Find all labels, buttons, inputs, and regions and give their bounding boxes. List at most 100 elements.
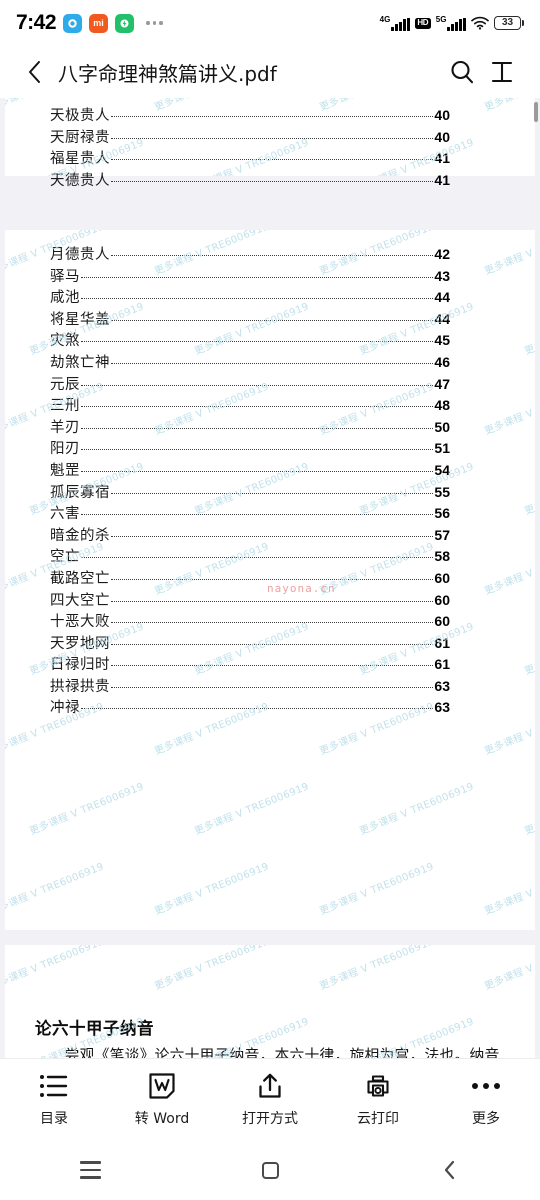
toc-entry[interactable]: 羊刃 50 [50,416,450,438]
toc-entry-page: 50 [434,418,450,435]
toc-entry-page: 48 [434,397,450,414]
toolbar-item-cloud-print[interactable]: 云打印 [328,1072,428,1128]
battery-cap [522,20,524,26]
toc-entry[interactable]: 天罗地网 61 [50,632,450,654]
watermark-text: 更多课程 V TRE6006919 [318,945,436,993]
signal-bars-icon [391,17,410,31]
toc-entry[interactable]: 月德贵人 42 [50,243,450,265]
toc-entry[interactable]: 天极贵人 40 [50,104,450,126]
toolbar-item-catalog[interactable]: 目录 [4,1072,104,1128]
status-bar-right: 4G HD 5G 33 [380,15,524,31]
watermark-text: 更多课程 V TRE6006919 [358,781,476,838]
toc-entry-page: 57 [434,526,450,543]
green-app-glyph [120,19,129,27]
green-app-icon [115,13,135,33]
toc-entry-page: 63 [434,699,450,716]
toc-entry[interactable]: 劫煞亡神 46 [50,351,450,373]
toc-leader-dots [81,548,434,559]
toc-leader-dots [111,129,434,139]
section-heading: 论六十甲子纳音 [35,1019,154,1038]
toc-entry[interactable]: 十恶大败 60 [50,610,450,632]
toc-entry[interactable]: 咸池 44 [50,286,450,308]
toc-entry[interactable]: 拱禄拱贵 63 [50,675,450,697]
toc-entry-title: 元辰 [50,376,80,393]
toc-entry[interactable]: 暗金的杀 57 [50,524,450,546]
toc-entry-page: 45 [434,332,450,349]
toc-entry-page: 42 [434,246,450,262]
toc-entry[interactable]: 日禄归时 61 [50,653,450,675]
toc-entry-page: 61 [434,656,450,673]
cloud-print-glyph [367,1074,389,1097]
toc-entry[interactable]: 六害 56 [50,502,450,524]
toc-entry-title: 空亡 [50,549,80,566]
toc-leader-dots [111,150,434,161]
back-button[interactable] [18,55,52,89]
toc-entry-title: 六害 [50,506,80,523]
toc-entry[interactable]: 将星华盖 44 [50,308,450,330]
nav-back-button[interactable] [405,1150,495,1190]
status-bar-left: 7:42 mi [16,11,163,35]
toc-entry-title: 天极贵人 [50,108,110,124]
messenger-glyph [68,18,77,28]
watermark-text: 更多课程 V TRE6006919 [523,301,535,358]
toolbar-label-cloud-print: 云打印 [357,1110,399,1127]
toc-entry-page: 63 [434,677,450,694]
toc-entry[interactable]: 元辰 47 [50,373,450,395]
toc-entry[interactable]: 四大空亡 60 [50,589,450,611]
bottom-toolbar: 目录 转 Word 打开方式 云打印 更多 [0,1058,540,1140]
watermark-text: 更多课程 V TRE6006919 [483,861,535,918]
watermark-text: 更多课程 V TRE6006919 [523,461,535,518]
more-dots-glyph [472,1082,500,1089]
list-glyph [40,1074,68,1097]
toc-entry[interactable]: 阳刃 51 [50,437,450,459]
pdf-page-2: 更多课程 V TRE6006919 更多课程 V TRE6006919 更多课程 V… [5,230,535,930]
watermark-text: 更多课程 V TRE6006919 [318,861,436,918]
watermark-text: 更多课程 V TRE6006919 [483,945,535,993]
share-upload-icon [256,1072,284,1100]
toc-entry-page: 60 [434,591,450,608]
battery-indicator: 33 [494,16,524,30]
toolbar-item-open-with[interactable]: 打开方式 [220,1072,320,1128]
toc-entry[interactable]: 魁罡 54 [50,459,450,481]
toc-entry[interactable]: 福星贵人 41 [50,147,450,169]
toc-leader-dots [81,699,434,710]
toolbar-label-to-word: 转 Word [134,1110,190,1127]
toc-entry[interactable]: 灾煞 45 [50,329,450,351]
toc-entry-title: 日禄归时 [50,657,110,674]
toc-entry-title: 三刑 [50,398,80,415]
pdf-page-viewport[interactable]: 更多课程 V TRE6006919 更多课程 V TRE6006919 更多课程 V… [0,98,540,1058]
toc-leader-dots [81,419,434,429]
watermark-red-1: nayona.cn [267,582,336,595]
toc-entry[interactable]: 天德贵人 41 [50,169,450,191]
toc-entry-page: 46 [434,353,450,370]
toc-leader-dots [81,462,434,472]
recents-button[interactable] [45,1150,135,1190]
toc-entry-title: 劫煞亡神 [50,354,110,371]
toc-entry[interactable]: 截路空亡 60 [50,567,450,589]
toc-entry[interactable]: 三刑 48 [50,394,450,416]
toc-entry[interactable]: 驿马 43 [50,265,450,287]
watermark-text: 更多课程 V TRE6006919 [153,861,271,918]
toc-leader-dots [81,268,434,278]
toc-entry[interactable]: 空亡 58 [50,545,450,567]
pdf-page-3: 更多课程 V TRE6006919 更多课程 V TRE6006919 更多课程 V… [5,945,535,1058]
messenger-icon [63,13,83,33]
toc-entry[interactable]: 天厨禄贵 40 [50,126,450,148]
toc-entry-title: 福星贵人 [50,151,110,168]
toc-entry-page: 44 [434,289,450,306]
toc-entry[interactable]: 孤辰寡宿 55 [50,481,450,503]
watermark-text: 更多课程 V TRE6006919 [523,781,535,838]
toc-entry-page: 47 [434,375,450,392]
toolbar-item-more[interactable]: 更多 [436,1072,536,1128]
toolbar-item-to-word[interactable]: 转 Word [112,1072,212,1128]
toc-entry[interactable]: 冲禄 63 [50,696,450,718]
fit-width-button[interactable] [482,52,522,92]
status-overflow-dots [146,21,163,25]
status-time: 7:42 [16,11,57,34]
search-button[interactable] [442,52,482,92]
vertical-scrollbar-thumb[interactable] [534,102,538,122]
toc-leader-dots [111,354,434,364]
chevron-left-icon [29,61,40,83]
home-button[interactable] [225,1150,315,1190]
back-icon [444,1160,455,1180]
